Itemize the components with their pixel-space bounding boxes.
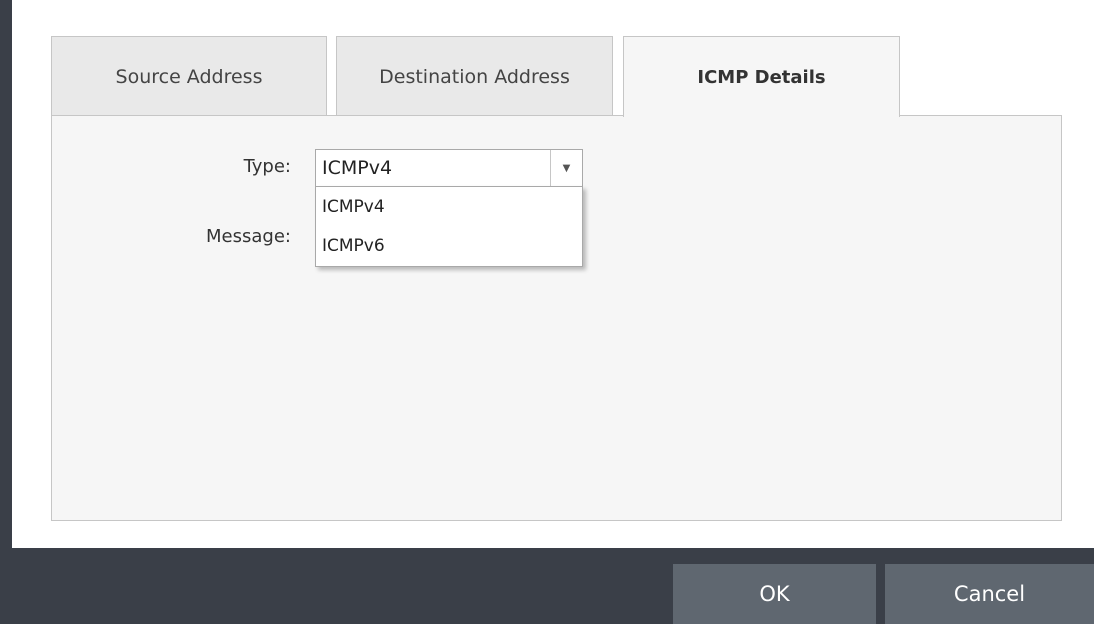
dropdown-option-label: ICMPv4: [322, 196, 385, 217]
dialog-footer: OK Cancel: [0, 548, 1094, 624]
tab-icmp-details[interactable]: ICMP Details: [623, 36, 900, 117]
tab-icmp-details-label: ICMP Details: [697, 66, 826, 88]
dropdown-option-label: ICMPv6: [322, 235, 385, 256]
type-label: Type:: [243, 156, 291, 177]
tab-destination-address-label: Destination Address: [379, 65, 570, 88]
type-select-value: ICMPv4: [322, 157, 393, 179]
cancel-button[interactable]: Cancel: [885, 564, 1094, 624]
message-label: Message:: [206, 226, 291, 247]
dropdown-option-icmpv6[interactable]: ICMPv6: [316, 226, 582, 265]
type-dropdown-list: ICMPv4 ICMPv6: [315, 186, 583, 267]
tab-source-address[interactable]: Source Address: [51, 36, 327, 116]
ok-button[interactable]: OK: [673, 564, 876, 624]
dropdown-option-icmpv4[interactable]: ICMPv4: [316, 187, 582, 226]
chevron-down-icon[interactable]: ▼: [550, 150, 582, 186]
window-left-edge: [0, 0, 12, 548]
tab-destination-address[interactable]: Destination Address: [336, 36, 613, 116]
type-select[interactable]: ICMPv4 ▼: [315, 149, 583, 187]
tab-source-address-label: Source Address: [115, 65, 263, 88]
